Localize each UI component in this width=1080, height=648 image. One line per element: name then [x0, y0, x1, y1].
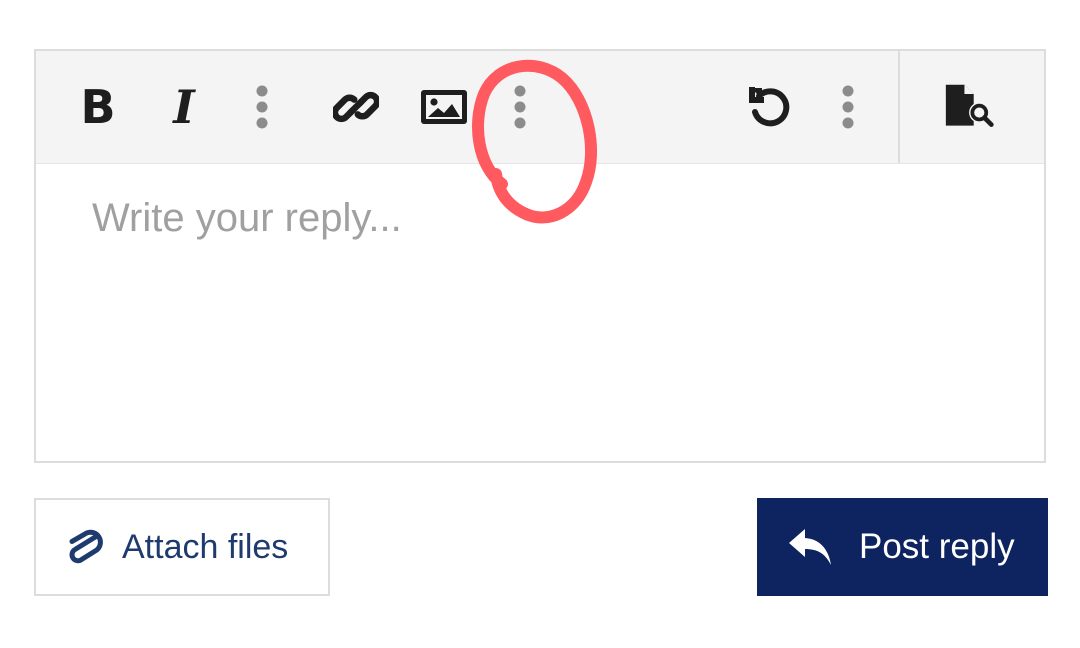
- italic-icon: I: [173, 80, 195, 134]
- more-vertical-icon: [842, 85, 854, 129]
- undo-button[interactable]: [744, 81, 796, 133]
- reply-editor: B I: [34, 49, 1046, 463]
- attach-files-button[interactable]: Attach files: [34, 498, 330, 596]
- preview-button[interactable]: [944, 81, 996, 133]
- more-vertical-icon: [256, 85, 268, 129]
- image-icon: [421, 90, 467, 124]
- attach-files-label: Attach files: [122, 527, 289, 566]
- editor-toolbar: B I: [36, 51, 1044, 164]
- more-options-button[interactable]: [236, 81, 288, 133]
- more-options-button[interactable]: [822, 81, 874, 133]
- italic-button[interactable]: I: [158, 81, 210, 133]
- link-icon: [333, 91, 379, 123]
- image-button[interactable]: [418, 81, 470, 133]
- bold-button[interactable]: B: [72, 81, 124, 133]
- bold-icon: B: [80, 80, 116, 134]
- post-reply-label: Post reply: [859, 527, 1015, 566]
- reply-arrow-icon: [789, 529, 831, 565]
- link-button[interactable]: [330, 81, 382, 133]
- post-reply-button[interactable]: Post reply: [757, 498, 1048, 596]
- toolbar-divider: [898, 51, 900, 163]
- more-options-button[interactable]: [494, 81, 546, 133]
- preview-icon: [945, 84, 994, 127]
- undo-icon: [749, 87, 790, 127]
- paperclip-icon: [69, 529, 103, 564]
- reply-textarea[interactable]: [36, 164, 1044, 461]
- more-vertical-icon: [514, 85, 526, 129]
